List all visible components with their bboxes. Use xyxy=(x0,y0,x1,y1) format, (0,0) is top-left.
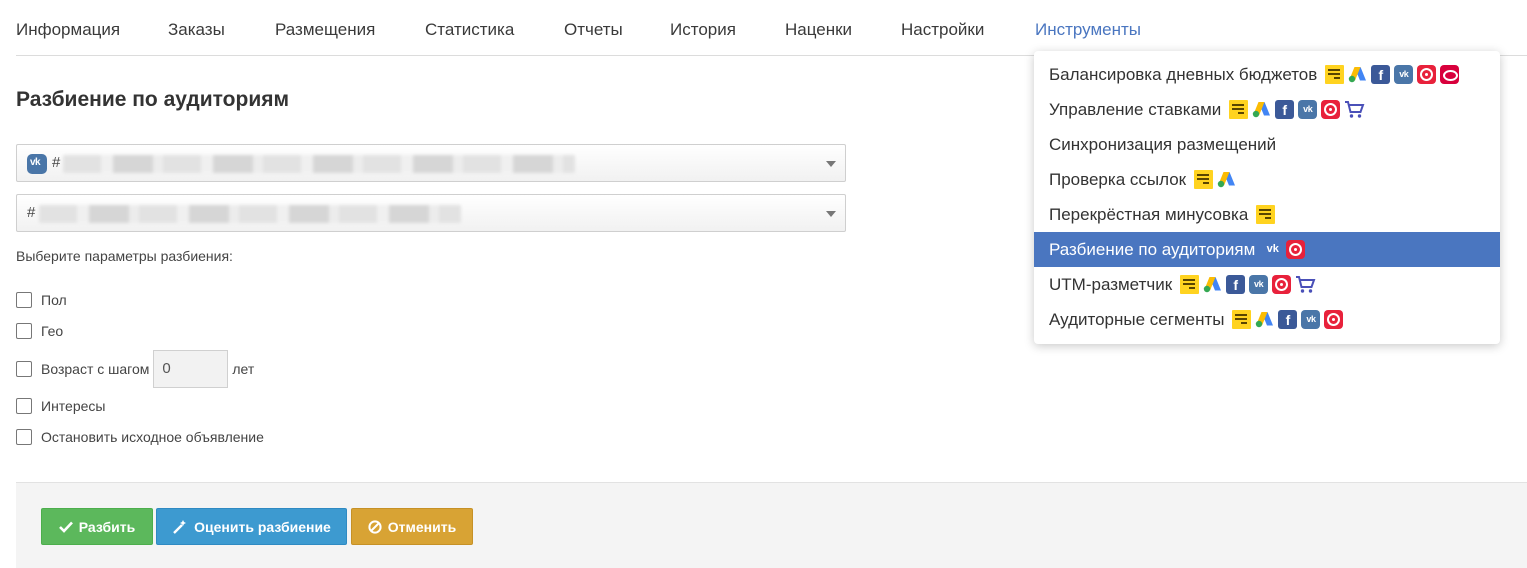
menu-item-label: Управление ставками xyxy=(1049,99,1222,119)
vk-icon: vk xyxy=(1298,100,1318,119)
gender-checkbox[interactable] xyxy=(16,292,32,308)
age-checkbox[interactable] xyxy=(16,361,32,377)
google-ads-icon xyxy=(1217,172,1236,188)
tab-statistics[interactable]: Статистика xyxy=(425,20,514,40)
tools-dropdown-menu: Балансировка дневных бюджетов f vk Управ… xyxy=(1034,51,1500,344)
estimate-button[interactable]: Оценить разбиение xyxy=(156,508,347,545)
yandex-direct-icon xyxy=(1229,100,1249,119)
menu-item-label: Проверка ссылок xyxy=(1049,169,1187,189)
geo-checkbox[interactable] xyxy=(16,323,32,339)
menu-item-label: Разбиение по аудиториям xyxy=(1049,239,1256,259)
yandex-direct-icon xyxy=(1194,170,1214,189)
google-ads-icon xyxy=(1253,102,1271,118)
gender-label: Пол xyxy=(41,292,67,308)
menu-item-audience-split[interactable]: Разбиение по аудиториям vk xyxy=(1034,232,1500,267)
vk-icon: vk xyxy=(1301,310,1321,329)
tab-settings[interactable]: Настройки xyxy=(901,20,984,40)
option-age[interactable]: Возраст с шагом 0 лет xyxy=(16,350,254,388)
facebook-icon: f xyxy=(1275,100,1295,119)
google-ads-icon xyxy=(1203,277,1222,293)
yandex-direct-icon xyxy=(1232,310,1252,329)
geo-label: Гео xyxy=(41,323,64,339)
tab-markups[interactable]: Наценки xyxy=(785,20,852,40)
menu-item-label: UTM-разметчик xyxy=(1049,274,1173,294)
menu-item-label: Синхронизация размещений xyxy=(1049,134,1277,154)
params-label: Выберите параметры разбиения: xyxy=(16,248,233,264)
vk-icon: vk xyxy=(27,154,47,174)
cancel-button-label: Отменить xyxy=(387,518,457,535)
facebook-icon: f xyxy=(1278,310,1298,329)
cancel-button[interactable]: Отменить xyxy=(351,508,473,545)
menu-item-budget-balancing[interactable]: Балансировка дневных бюджетов f vk xyxy=(1034,57,1500,92)
tab-information[interactable]: Информация xyxy=(16,20,120,40)
split-button-label: Разбить xyxy=(78,518,136,535)
split-button[interactable]: Разбить xyxy=(41,508,153,545)
yandex-direct-icon xyxy=(1180,275,1200,294)
yandex-direct-icon xyxy=(1325,65,1345,84)
campaign-select-prefix: # xyxy=(52,154,61,171)
age-label: Возраст с шагом xyxy=(41,361,150,377)
menu-item-cross-minus[interactable]: Перекрёстная минусовка xyxy=(1034,197,1500,232)
menu-item-bid-management[interactable]: Управление ставками f vk xyxy=(1034,92,1500,127)
page-title: Разбиение по аудиториям xyxy=(16,88,290,111)
estimate-button-label: Оценить разбиение xyxy=(194,518,331,535)
option-gender[interactable]: Пол xyxy=(16,292,67,308)
age-suffix: лет xyxy=(232,361,255,377)
menu-item-label: Аудиторные сегменты xyxy=(1049,309,1225,329)
redacted-value xyxy=(63,155,575,173)
redacted-value xyxy=(39,205,461,223)
cart-icon xyxy=(1296,276,1316,293)
age-step-input[interactable]: 0 xyxy=(153,350,229,388)
menu-item-link-check[interactable]: Проверка ссылок xyxy=(1034,162,1500,197)
cart-icon xyxy=(1345,101,1365,118)
menu-item-label: Перекрёстная минусовка xyxy=(1049,204,1249,224)
option-geo[interactable]: Гео xyxy=(16,323,63,339)
mytarget-icon xyxy=(1321,100,1341,119)
option-interests[interactable]: Интересы xyxy=(16,398,105,414)
stop-original-checkbox[interactable] xyxy=(16,429,32,445)
form-footer: Разбить Оценить разбиение Отменить xyxy=(16,482,1527,568)
yandex-direct-icon xyxy=(1256,205,1276,224)
tab-history[interactable]: История xyxy=(670,20,736,40)
ad-select-prefix: # xyxy=(27,204,36,221)
vk-icon: vk xyxy=(1266,243,1279,255)
facebook-icon: f xyxy=(1371,65,1391,84)
top-tabs: Информация Заказы Размещения Статистика … xyxy=(0,0,1527,56)
menu-item-label: Балансировка дневных бюджетов xyxy=(1049,64,1318,84)
menu-item-utm-marker[interactable]: UTM-разметчик f vk xyxy=(1034,267,1500,302)
facebook-icon: f xyxy=(1226,275,1246,294)
mytarget-icon xyxy=(1417,65,1437,84)
check-icon xyxy=(58,521,73,533)
tab-tools[interactable]: Инструменты xyxy=(1035,20,1141,40)
ban-icon xyxy=(368,519,382,534)
menu-item-placement-sync[interactable]: Синхронизация размещений xyxy=(1034,127,1500,162)
tab-orders[interactable]: Заказы xyxy=(168,20,225,40)
google-ads-icon xyxy=(1349,67,1367,83)
ad-select[interactable]: # xyxy=(16,194,846,232)
stop-original-label: Остановить исходное объявление xyxy=(41,429,264,445)
chevron-down-icon xyxy=(826,161,836,167)
option-stop-original[interactable]: Остановить исходное объявление xyxy=(16,429,264,445)
ok-icon xyxy=(1440,65,1460,84)
chevron-down-icon xyxy=(826,211,836,217)
tab-placements[interactable]: Размещения xyxy=(275,20,375,40)
interests-label: Интересы xyxy=(41,398,106,414)
mytarget-icon xyxy=(1324,310,1344,329)
interests-checkbox[interactable] xyxy=(16,398,32,414)
vk-icon: vk xyxy=(1394,65,1414,84)
vk-icon: vk xyxy=(1249,275,1269,294)
mytarget-icon xyxy=(1286,240,1306,259)
menu-item-audience-segments[interactable]: Аудиторные сегменты f vk xyxy=(1034,302,1500,337)
tab-reports[interactable]: Отчеты xyxy=(564,20,623,40)
mytarget-icon xyxy=(1272,275,1292,294)
campaign-select[interactable]: vk # xyxy=(16,144,846,182)
magic-wand-icon xyxy=(173,519,187,534)
google-ads-icon xyxy=(1256,312,1274,328)
